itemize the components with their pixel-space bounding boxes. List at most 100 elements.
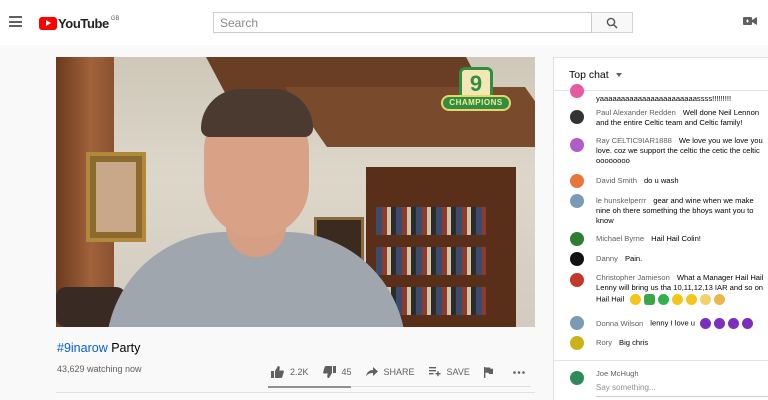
chat-input-underline	[596, 396, 768, 397]
avatar[interactable]	[570, 138, 584, 152]
author-name[interactable]: David Smith	[596, 176, 637, 185]
avatar[interactable]	[570, 174, 584, 188]
message-text-line2: nine oh there something the bhoys want y…	[596, 206, 754, 215]
avatar[interactable]	[570, 336, 584, 350]
avatar[interactable]	[570, 232, 584, 246]
divider	[56, 392, 535, 393]
share-label: SHARE	[383, 367, 415, 377]
confetti-emoji-icon	[714, 294, 726, 305]
dislike-button[interactable]: 45	[322, 366, 352, 378]
youtube-logo[interactable]: YouTube GB	[39, 14, 120, 32]
avatar[interactable]	[570, 316, 584, 330]
green-heart-emoji-icon	[658, 294, 670, 305]
shamrock-emoji-icon	[644, 294, 656, 305]
purple-heart-emoji-icon	[742, 318, 754, 329]
more-horizontal-icon	[513, 370, 525, 374]
thumbs-up-emoji-icon	[630, 294, 642, 305]
live-chat-panel: Top chat yaaaaaaaaaaaaaaaaaaaaaaassss!!!…	[553, 57, 768, 400]
chat-mode-dropdown[interactable]: Top chat	[569, 69, 609, 81]
avatar[interactable]	[570, 84, 584, 98]
purple-heart-emoji-icon	[728, 318, 740, 329]
emoji-row	[626, 294, 728, 305]
emoji-row	[697, 318, 756, 329]
menu-icon[interactable]	[9, 16, 22, 27]
avatar[interactable]	[570, 194, 584, 208]
champions-badge: 9 CHAMPIONS	[441, 67, 511, 125]
chat-user-name: Joe McHugh	[596, 369, 639, 378]
video-scene-shelf	[376, 247, 486, 275]
author-name[interactable]: Paul Alexander Redden	[596, 108, 676, 117]
youtube-play-icon	[39, 16, 57, 30]
search-input[interactable]: Search	[213, 12, 592, 33]
thumbs-down-icon	[322, 366, 336, 378]
save-label: SAVE	[446, 367, 470, 377]
author-name[interactable]: Michael Byrne	[596, 234, 644, 243]
video-player[interactable]: 9 CHAMPIONS	[56, 57, 535, 327]
logo-text: YouTube	[58, 15, 109, 31]
message-text-line3: oooooooo	[596, 156, 630, 165]
thumbs-up-icon	[271, 366, 284, 378]
video-scene-shelf	[376, 207, 486, 235]
purple-heart-emoji-icon	[700, 318, 712, 329]
video-title: #9inarow Party	[57, 341, 140, 355]
message-text: Hail Hail Colin!	[651, 234, 701, 243]
chat-message-input[interactable]: Say something...	[596, 383, 656, 392]
save-button[interactable]: SAVE	[428, 367, 470, 377]
report-button[interactable]	[483, 366, 499, 378]
champions-badge-label: CHAMPIONS	[441, 95, 511, 111]
message-text-line3: know	[596, 216, 614, 225]
masthead: YouTube GB Search	[0, 0, 768, 45]
message-text: lenny I love u	[650, 318, 696, 328]
message-text-line3: Hail Hail	[596, 294, 625, 304]
message-text: do u wash	[643, 176, 679, 185]
avatar[interactable]	[570, 252, 584, 266]
video-scene-painting-canvas	[96, 162, 136, 232]
message-text-line2: Lenny will bring us tha 10,11,12,13 IAR …	[596, 283, 764, 292]
search-icon	[606, 17, 618, 29]
search-button[interactable]	[592, 12, 633, 33]
message-text: Big chris	[619, 338, 649, 347]
flag-icon	[483, 366, 493, 378]
like-count: 2.2K	[290, 367, 309, 377]
video-actions: 2.2K 45 SHARE SAVE	[271, 364, 545, 380]
author-name[interactable]: Ray CELTIC9IAR1888	[596, 136, 672, 145]
author-name[interactable]: Christopher Jamieson	[596, 273, 670, 282]
author-name[interactable]: Danny	[596, 254, 618, 263]
message-text-line3-row: Hail Hail	[596, 294, 768, 305]
message-text: We love you we love you	[678, 136, 763, 145]
sentiment-bar-track	[351, 386, 531, 387]
fist-emoji-icon	[686, 294, 698, 305]
message-text: What a Manager Hail Hail	[676, 273, 764, 282]
sentiment-bar-likes	[268, 386, 351, 388]
chevron-down-icon[interactable]	[616, 73, 622, 77]
more-actions-button[interactable]	[513, 370, 531, 374]
video-title-text: Party	[107, 341, 141, 355]
message-text-line2: and the entire Celtic team and Celtic fa…	[596, 118, 743, 127]
video-scene-person-hair	[201, 89, 313, 137]
message-text-line2: love. coz we support the celtic the ceti…	[596, 146, 760, 155]
purple-heart-emoji-icon	[714, 318, 726, 329]
watching-count: 43,629 watching now	[57, 364, 142, 374]
message-text: gear and wine when we make	[653, 196, 754, 205]
like-button[interactable]: 2.2K	[271, 366, 309, 378]
avatar[interactable]	[570, 110, 584, 124]
playlist-add-icon	[428, 367, 441, 377]
author-name[interactable]: le hunskelperrr	[596, 196, 646, 205]
hashtag-link[interactable]: #9inarow	[57, 341, 108, 355]
author-name[interactable]: Rory	[596, 338, 612, 347]
dislike-count: 45	[341, 367, 352, 377]
video-scene-painting	[86, 152, 146, 242]
logo-region: GB	[110, 16, 120, 22]
avatar[interactable]	[570, 273, 584, 287]
message-text: Well done Neil Lennon	[682, 108, 760, 117]
message-text: yaaaaaaaaaaaaaaaaaaaaaaassss!!!!!!!!!	[596, 94, 732, 103]
create-video-icon[interactable]	[743, 16, 757, 26]
chat-input-area: Joe McHugh Say something...	[554, 360, 768, 400]
chat-header: Top chat	[554, 58, 768, 91]
author-name[interactable]: Donna Wilson	[596, 319, 643, 328]
share-button[interactable]: SHARE	[365, 367, 415, 377]
party-emoji-icon	[700, 294, 712, 305]
message-text: Pain.	[624, 254, 643, 263]
clap-emoji-icon	[672, 294, 684, 305]
share-icon	[365, 367, 378, 377]
